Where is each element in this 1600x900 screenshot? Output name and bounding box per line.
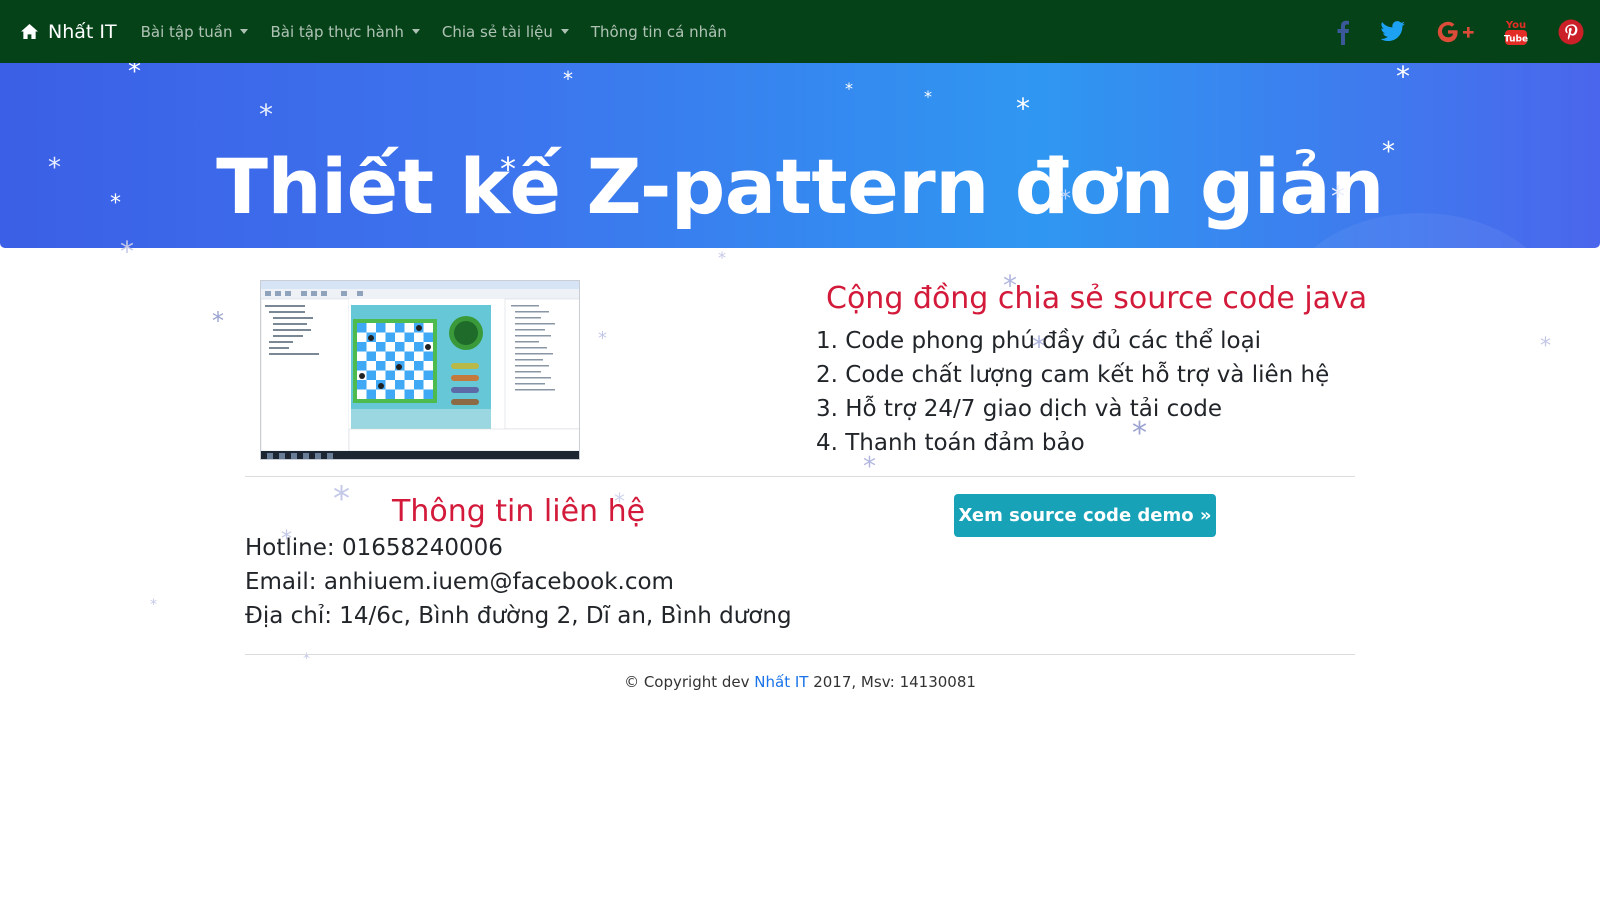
brand-link[interactable]: Nhất IT xyxy=(20,21,117,43)
snowflake-icon: * xyxy=(259,98,273,131)
snowflake-icon: * xyxy=(1396,63,1410,93)
home-icon xyxy=(21,23,38,40)
nav-item-thong-tin-ca-nhan[interactable]: Thông tin cá nhân xyxy=(591,23,727,41)
snowflake-icon: * xyxy=(1060,187,1071,212)
snowflake-icon: * xyxy=(110,191,121,216)
youtube-icon[interactable]: You Tube xyxy=(1504,17,1528,47)
section-divider xyxy=(245,476,1355,477)
snowflake-icon: * xyxy=(500,150,516,188)
pinterest-icon[interactable] xyxy=(1558,19,1584,45)
snowflake-icon: * xyxy=(1331,180,1345,213)
snowflake-icon: * xyxy=(924,87,932,106)
nav-item-bai-tap-thuc-hanh[interactable]: Bài tập thực hành xyxy=(270,22,420,41)
svg-text:Tube: Tube xyxy=(1504,34,1528,44)
nav-item-label: Thông tin cá nhân xyxy=(590,22,727,41)
caret-down-icon xyxy=(560,29,569,34)
snowflake-icon: * xyxy=(845,79,853,98)
nav-links: Bài tập tuần Bài tập thực hành Chia sẻ t… xyxy=(131,23,739,41)
snowflake-icon: * xyxy=(120,235,134,268)
copyright-suffix: 2017, Msv: 14130081 xyxy=(808,673,976,691)
hero-banner: Thiết kế Z-pattern đơn giản * * * * * * … xyxy=(0,63,1600,248)
nav-item-label: Bài tập thực hành xyxy=(270,22,404,41)
copyright-text: © Copyright dev xyxy=(624,673,755,691)
snowflake-icon: * xyxy=(598,328,607,349)
snowflake-icon: * xyxy=(1016,92,1030,125)
svg-text:You: You xyxy=(1505,20,1526,31)
project-screenshot xyxy=(260,280,580,460)
contact-title: Thông tin liên hệ xyxy=(392,494,646,529)
footer-divider xyxy=(245,654,1355,655)
screenshot-image xyxy=(261,281,579,459)
nav-item-label: Chia sẻ tài liệu xyxy=(441,22,553,41)
nav-item-label: Bài tập tuần xyxy=(140,22,233,41)
nav-item-chia-se-tai-lieu[interactable]: Chia sẻ tài liệu xyxy=(442,23,569,41)
snowflake-icon: * xyxy=(212,307,224,335)
feature-list: 1. Code phong phú đầy đủ các thể loại 2.… xyxy=(816,324,1329,460)
footer-author-link[interactable]: Nhất IT xyxy=(754,673,808,691)
email-text: Email: anhiuem.iuem@facebook.com xyxy=(245,569,674,595)
list-item: 1. Code phong phú đầy đủ các thể loại xyxy=(816,328,1262,354)
snowflake-icon: * xyxy=(563,67,573,91)
community-title: Cộng đồng chia sẻ source code java xyxy=(826,281,1368,316)
social-links: You Tube xyxy=(1306,0,1584,63)
google-plus-icon[interactable] xyxy=(1436,20,1474,44)
snowflake-icon: * xyxy=(48,153,61,183)
nav-item-bai-tap-tuan[interactable]: Bài tập tuần xyxy=(141,23,249,41)
list-item: 3. Hỗ trợ 24/7 giao dịch và tải code xyxy=(816,396,1223,422)
caret-down-icon xyxy=(240,29,249,34)
snowflake-icon: * xyxy=(718,248,726,267)
view-demo-button[interactable]: Xem source code demo » xyxy=(954,494,1216,537)
hotline-text: Hotline: 01658240006 xyxy=(245,535,503,561)
snowflake-icon: * xyxy=(1540,334,1551,359)
snowflake-icon: * xyxy=(150,597,157,613)
list-item: 4. Thanh toán đảm bảo xyxy=(816,430,1085,456)
navbar: Nhất IT Bài tập tuần Bài tập thực hành C… xyxy=(0,0,1600,63)
facebook-icon[interactable] xyxy=(1336,19,1350,45)
brand-name: Nhất IT xyxy=(48,20,117,43)
snowflake-icon: * xyxy=(1382,137,1395,167)
footer: © Copyright dev Nhất IT 2017, Msv: 14130… xyxy=(0,673,1600,691)
snowflake-icon: * xyxy=(333,479,350,519)
twitter-icon[interactable] xyxy=(1380,20,1406,43)
page-title: Thiết kế Z-pattern đơn giản xyxy=(216,141,1384,231)
list-item: 2. Code chất lượng cam kết hỗ trợ và liê… xyxy=(816,362,1330,388)
snowflake-icon: * xyxy=(128,63,141,87)
address-text: Địa chỉ: 14/6c, Bình đường 2, Dĩ an, Bìn… xyxy=(245,603,792,629)
caret-down-icon xyxy=(411,29,420,34)
